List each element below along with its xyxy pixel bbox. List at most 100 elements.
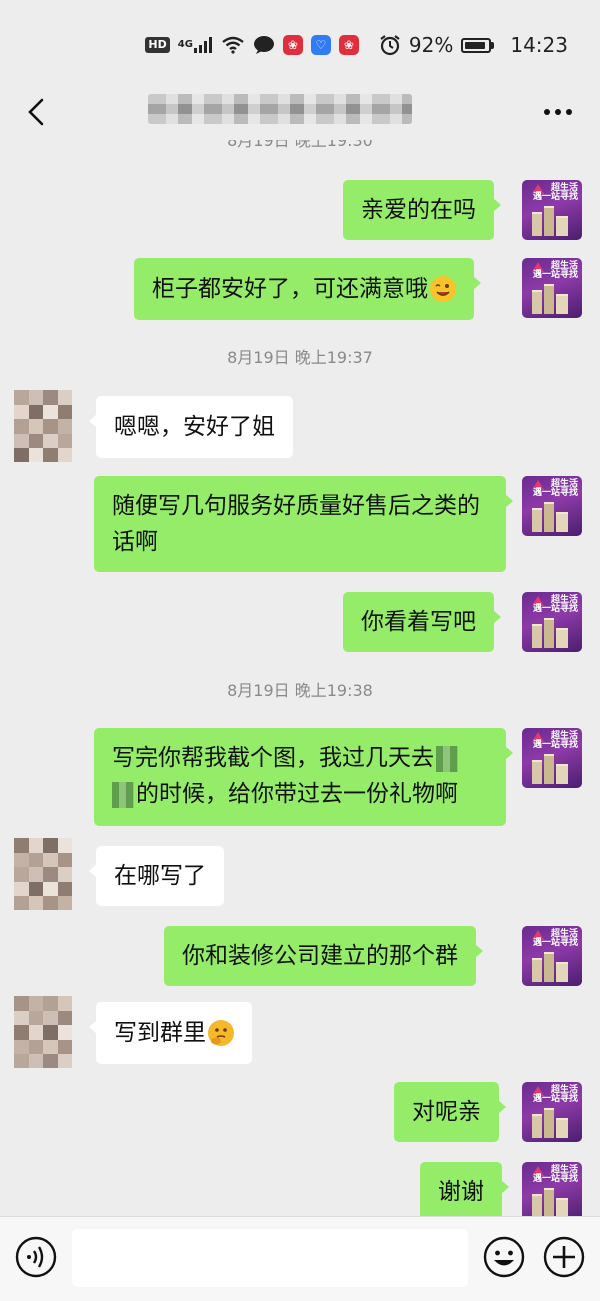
avatar-self[interactable]: 超生活 遇一站寻找 bbox=[522, 1162, 582, 1216]
voice-input-button[interactable] bbox=[14, 1235, 58, 1279]
message-bubble-sent[interactable]: 你和装修公司建立的那个群 bbox=[164, 926, 483, 986]
avatar-mosaic-tile bbox=[57, 448, 72, 462]
voice-input-icon bbox=[15, 1236, 57, 1278]
avatar-mosaic-tile bbox=[28, 881, 43, 896]
avatar-mosaic-tile bbox=[43, 390, 58, 405]
avatar-mosaic-tile bbox=[28, 1039, 43, 1054]
more-dots-icon bbox=[544, 109, 572, 115]
avatar-mosaic-tile bbox=[28, 896, 43, 910]
avatar-mosaic-tile bbox=[28, 433, 43, 448]
status-icons: HD 4G ❀ ♡ ❀ 92% 14:23 bbox=[145, 32, 568, 58]
avatar-mosaic-tile bbox=[57, 433, 72, 448]
message-text: 对呢亲 bbox=[412, 1099, 481, 1125]
timestamp: 8月19日 晚上19:38 bbox=[227, 681, 373, 700]
message-text-input[interactable] bbox=[72, 1229, 468, 1287]
message-bubble-sent[interactable]: 写完你帮我截个图，我过几天去 的时候，给你带过去一份礼物啊 bbox=[94, 728, 513, 826]
avatar-mosaic-tile bbox=[28, 1010, 43, 1025]
status-bar: HD 4G ❀ ♡ ❀ 92% 14:23 bbox=[0, 0, 600, 84]
avatar-self[interactable]: 超生活 遇一站寻找 bbox=[522, 476, 582, 536]
plus-circle-icon bbox=[543, 1236, 585, 1278]
message-bubble-received[interactable]: 写到群里 bbox=[89, 1002, 252, 1064]
avatar-mosaic-tile bbox=[43, 896, 58, 910]
message-bubble-sent[interactable]: 随便写几句服务好质量好售后之类的话啊 bbox=[94, 476, 513, 572]
avatar-mosaic-tile bbox=[57, 881, 72, 896]
avatar-mosaic-tile bbox=[28, 404, 43, 419]
more-functions-button[interactable] bbox=[542, 1235, 586, 1279]
avatar-mosaic-tile bbox=[43, 867, 58, 882]
avatar-mosaic-tile bbox=[14, 404, 29, 419]
avatar-mosaic-tile bbox=[57, 390, 72, 405]
avatar-self[interactable]: 超生活 遇一站寻找 bbox=[522, 926, 582, 986]
avatar-mosaic-tile bbox=[28, 867, 43, 882]
redacted-text-mosaic bbox=[112, 781, 134, 808]
chat-title-obscured bbox=[148, 94, 412, 124]
avatar-mosaic-tile bbox=[14, 1025, 29, 1040]
message-bubble-sent[interactable]: 对呢亲 bbox=[394, 1082, 506, 1142]
message-text: 柜子都安好了，可还满意哦 bbox=[152, 276, 428, 302]
avatar-mosaic-tile bbox=[43, 881, 58, 896]
message-bubble-received[interactable]: 嗯嗯，安好了姐 bbox=[89, 396, 293, 458]
avatar-other[interactable] bbox=[14, 390, 72, 462]
chat-header bbox=[0, 84, 600, 140]
avatar-mosaic-tile bbox=[43, 433, 58, 448]
app-notification-icon: ❀ bbox=[338, 35, 359, 55]
message-text: 在哪写了 bbox=[114, 863, 206, 889]
avatar-other[interactable] bbox=[14, 996, 72, 1068]
timestamp: 8月19日 晚上19:37 bbox=[227, 348, 373, 367]
message-bubble-sent[interactable]: 柜子都安好了，可还满意哦 bbox=[134, 258, 481, 320]
message-text: 写到群里 bbox=[114, 1020, 206, 1046]
avatar-mosaic-tile bbox=[43, 419, 58, 434]
emoji-button[interactable] bbox=[482, 1235, 526, 1279]
avatar-mosaic-tile bbox=[14, 390, 29, 405]
avatar-mosaic-tile bbox=[43, 996, 58, 1011]
message-bubble-sent[interactable]: 谢谢 bbox=[420, 1162, 509, 1216]
more-button[interactable] bbox=[538, 92, 578, 132]
avatar-mosaic-tile bbox=[28, 1054, 43, 1068]
chat-notification-icon bbox=[253, 35, 275, 55]
avatar-mosaic-tile bbox=[14, 1054, 29, 1068]
app-notification-icon: ❀ bbox=[282, 35, 303, 55]
avatar-mosaic-tile bbox=[43, 1010, 58, 1025]
avatar-self[interactable]: 超生活 遇一站寻找 bbox=[522, 1082, 582, 1142]
avatar-mosaic-tile bbox=[57, 1054, 72, 1068]
avatar-mosaic-tile bbox=[57, 419, 72, 434]
battery-icon bbox=[461, 37, 495, 53]
hd-icon: HD bbox=[145, 37, 170, 53]
avatar-mosaic-tile bbox=[43, 838, 58, 853]
avatar-mosaic-tile bbox=[14, 996, 29, 1011]
avatar-mosaic-tile bbox=[57, 838, 72, 853]
message-bubble-sent[interactable]: 亲爱的在吗 bbox=[343, 180, 501, 240]
avatar-mosaic-tile bbox=[28, 996, 43, 1011]
message-bubble-received[interactable]: 在哪写了 bbox=[89, 846, 224, 906]
avatar-self[interactable]: 超生活 遇一站寻找 bbox=[522, 728, 582, 788]
avatar-mosaic-tile bbox=[14, 881, 29, 896]
avatar-mosaic-tile bbox=[43, 1025, 58, 1040]
avatar-mosaic-tile bbox=[28, 390, 43, 405]
message-input-bar bbox=[0, 1216, 600, 1301]
redacted-text-mosaic bbox=[436, 745, 458, 772]
avatar-mosaic-tile bbox=[43, 1054, 58, 1068]
avatar-mosaic-tile bbox=[43, 1039, 58, 1054]
avatar-mosaic-tile bbox=[57, 1025, 72, 1040]
avatar-mosaic-tile bbox=[57, 1010, 72, 1025]
message-bubble-sent[interactable]: 你看着写吧 bbox=[343, 592, 501, 652]
back-button[interactable] bbox=[16, 92, 56, 132]
avatar-mosaic-tile bbox=[14, 1039, 29, 1054]
avatar-mosaic-tile bbox=[57, 1039, 72, 1054]
message-text: 谢谢 bbox=[438, 1179, 484, 1205]
avatar-self[interactable]: 超生活 遇一站寻找 bbox=[522, 258, 582, 318]
avatar-self[interactable]: 超生活 遇一站寻找 bbox=[522, 592, 582, 652]
message-text: 写完你帮我截个图，我过几天去 的时候，给你带过去一份礼物啊 bbox=[112, 745, 458, 808]
alarm-icon bbox=[379, 34, 401, 56]
message-text: 你和装修公司建立的那个群 bbox=[182, 943, 458, 969]
chat-message-list[interactable]: 8月19日 晚上19:30 亲爱的在吗 超生活 遇一站寻找 柜子都安好了，可还满意… bbox=[0, 140, 600, 1216]
message-text: 你看着写吧 bbox=[361, 609, 476, 635]
avatar-mosaic-tile bbox=[14, 852, 29, 867]
signal-4g-icon: 4G bbox=[178, 36, 213, 54]
avatar-self[interactable]: 超生活 遇一站寻找 bbox=[522, 180, 582, 240]
avatar-mosaic-tile bbox=[57, 996, 72, 1011]
avatar-mosaic-tile bbox=[43, 852, 58, 867]
avatar-mosaic-tile bbox=[28, 1025, 43, 1040]
chevron-left-icon bbox=[28, 98, 44, 126]
avatar-other[interactable] bbox=[14, 838, 72, 910]
